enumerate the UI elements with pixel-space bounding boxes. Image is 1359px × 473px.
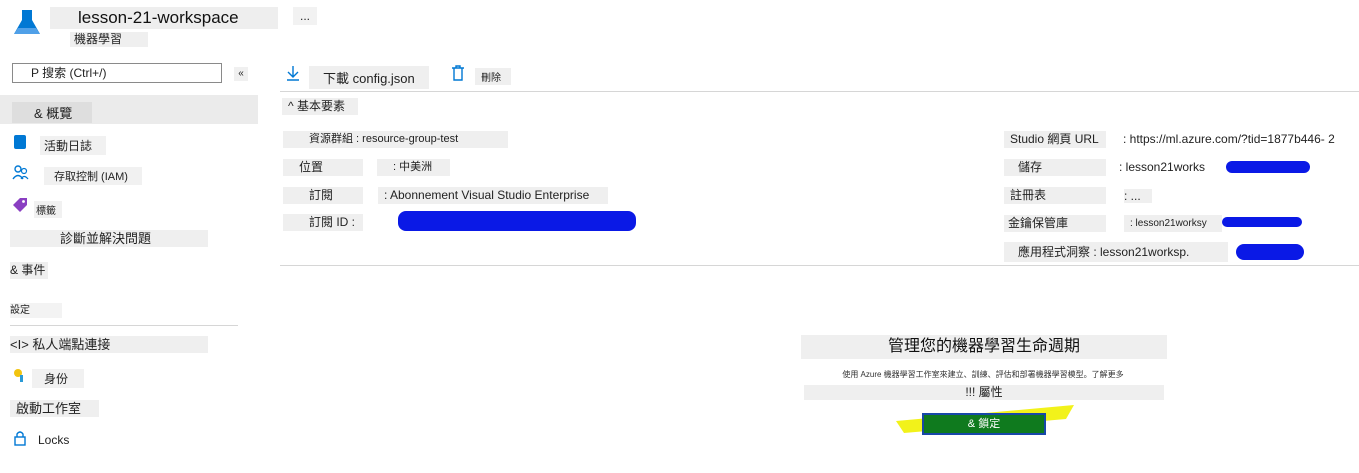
- search-input[interactable]: P 搜索 (Ctrl+/): [12, 63, 222, 83]
- workspace-subtitle: 機器學習: [70, 32, 148, 47]
- sidebar-item-label: Locks: [38, 433, 70, 447]
- lock-icon: [12, 430, 28, 446]
- key-vault-label: 金鑰保管庫: [1004, 215, 1106, 232]
- registry-label: 註冊表: [1004, 187, 1106, 204]
- lock-button[interactable]: & 鎖定: [922, 413, 1046, 435]
- essentials-divider: [280, 265, 1359, 266]
- lifecycle-description[interactable]: 使用 Azure 機器學習工作室來建立、訓練、評估和部署機器學習模型。了解更多: [810, 369, 1156, 381]
- azure-ml-logo-icon: [12, 8, 42, 38]
- sidebar-item-launch-studio[interactable]: 啟動工作室: [10, 400, 99, 417]
- essentials-toggle[interactable]: ^ 基本要素: [282, 98, 358, 115]
- registry-value: : ...: [1124, 189, 1152, 203]
- resource-group-label: 資源群組 : resource-group-test: [309, 133, 459, 145]
- sidebar-item-private-endpoints[interactable]: <I> 私人端點連接: [10, 336, 208, 353]
- app-insights-redacted: [1236, 244, 1304, 260]
- sidebar-item-label: 標籤: [34, 201, 62, 218]
- storage-link[interactable]: : lesson21works: [1119, 159, 1229, 176]
- key-icon: [12, 367, 28, 383]
- lifecycle-title: 管理您的機器學習生命週期: [801, 335, 1167, 359]
- storage-redacted: [1226, 161, 1310, 173]
- location-label: 位置: [283, 159, 363, 176]
- delete-label: 刪除: [475, 68, 511, 85]
- location-value: : 中美洲: [377, 159, 450, 176]
- sidebar-item-label: 身份: [32, 369, 85, 388]
- subscription-id-redacted: [398, 211, 636, 231]
- delete-button[interactable]: 刪除: [451, 63, 521, 85]
- sidebar-item-locks[interactable]: Locks: [12, 430, 92, 450]
- properties-label: !!! 屬性: [804, 385, 1164, 400]
- storage-label: 儲存: [1004, 159, 1106, 176]
- sidebar-item-identity[interactable]: 身份: [12, 367, 92, 388]
- collapse-sidebar-button[interactable]: «: [234, 67, 248, 81]
- key-vault-link[interactable]: : lesson21worksy: [1124, 215, 1222, 232]
- sidebar-item-activity-log[interactable]: 活動日誌: [12, 133, 112, 155]
- download-config-label: 下載 config.json: [309, 66, 429, 89]
- app-insights-field[interactable]: 應用程式洞察 : lesson21worksp.: [1004, 242, 1228, 262]
- sidebar-item-label: 存取控制 (IAM): [44, 167, 142, 185]
- sidebar-divider: [10, 325, 238, 326]
- sidebar-item-tags[interactable]: 標籤: [12, 197, 92, 218]
- studio-url-link[interactable]: : https://ml.azure.com/?tid=1877b446- 2: [1123, 131, 1359, 148]
- sidebar-item-overview[interactable]: & 概覽: [0, 95, 258, 124]
- subscription-id-label: 訂閱 ID :: [283, 214, 363, 231]
- sidebar-item-iam[interactable]: 存取控制 (IAM): [12, 164, 172, 185]
- studio-url-label: Studio 網頁 URL: [1004, 131, 1106, 148]
- tag-icon: [12, 197, 28, 213]
- download-icon: [285, 65, 301, 81]
- workspace-title: lesson-21-workspace: [50, 7, 278, 29]
- sidebar-item-events[interactable]: & 事件: [10, 262, 48, 279]
- key-vault-redacted: [1222, 217, 1302, 227]
- subscription-link[interactable]: : Abonnement Visual Studio Enterprise: [378, 187, 608, 204]
- download-config-button[interactable]: 下載 config.json: [285, 63, 437, 89]
- subscription-label: 訂閱: [283, 187, 363, 204]
- sidebar-section-settings: 設定: [10, 303, 62, 318]
- trash-icon: [451, 65, 465, 81]
- activity-log-icon: [14, 135, 26, 149]
- people-icon: [12, 164, 30, 182]
- resource-group-field: 資源群組 : resource-group-test: [283, 131, 508, 148]
- sidebar-item-label: & 概覽: [12, 102, 93, 123]
- more-options-button[interactable]: ...: [293, 7, 317, 25]
- sidebar-item-diagnose[interactable]: 診斷並解決問題: [10, 230, 208, 247]
- sidebar-item-label: 活動日誌: [40, 136, 107, 155]
- toolbar-divider: [280, 91, 1359, 92]
